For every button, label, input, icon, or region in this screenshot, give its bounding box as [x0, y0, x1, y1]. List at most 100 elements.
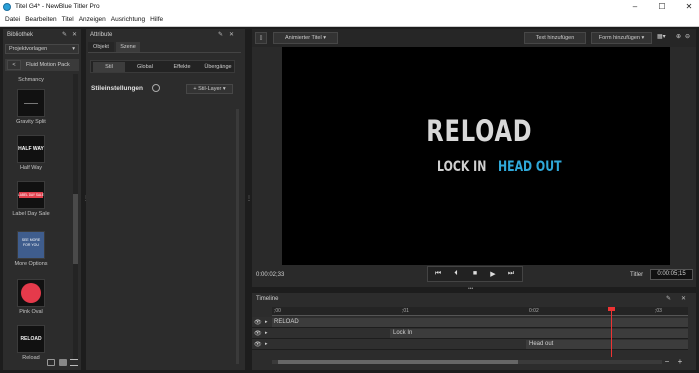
clip-head-out[interactable]: Head out	[526, 340, 688, 349]
template-label-schmancy: Schmancy	[18, 77, 44, 83]
tick-1: ;01	[402, 308, 409, 314]
subtab-effekte[interactable]: Effekte	[166, 62, 198, 72]
close-panel-icon[interactable]: ✕	[680, 296, 687, 303]
splitter-handle-bottom[interactable]: •••	[468, 287, 478, 292]
template-label-pink-oval: Pink Oval	[19, 309, 43, 315]
scrollbar-thumb[interactable]	[278, 360, 518, 364]
template-gravity-split[interactable]	[17, 89, 45, 117]
timeline-title: Timeline	[256, 296, 279, 302]
template-label-label-day-sale: Label Day Sale	[12, 211, 50, 217]
add-style-layer-label: + Stil-Layer	[193, 86, 222, 92]
folder-icon[interactable]	[59, 359, 67, 366]
title-lock-in[interactable]: LOCK IN	[437, 159, 486, 175]
playhead[interactable]	[608, 307, 615, 357]
add-shape-dropdown[interactable]: Form hinzufügen ▾	[591, 32, 652, 44]
template-list: Schmancy Gravity Split HALF WAY Half Way…	[5, 73, 71, 363]
track-row: 👁 ▸ RELOAD	[252, 317, 688, 328]
pin-icon[interactable]: ✎	[217, 32, 224, 39]
preview-toolbar: ▯ Animierter Titel ▾ Text hinzufügen For…	[252, 29, 696, 47]
track-list: 👁 ▸ RELOAD 👁 ▸ Lock In 👁 ▸ Head out	[252, 317, 688, 350]
tab-szene[interactable]: Szene	[116, 42, 140, 52]
lock-icon[interactable]: ▯	[255, 32, 267, 44]
clip-lock-in[interactable]: Lock In	[390, 329, 688, 338]
attribute-scrollbar[interactable]	[236, 109, 239, 364]
track-row: 👁 ▸ Lock In	[252, 328, 688, 339]
eye-icon[interactable]: 👁	[254, 319, 262, 326]
playhead-marker[interactable]	[608, 307, 615, 311]
splitter-handle-left[interactable]: ⋮	[83, 195, 89, 202]
eye-icon[interactable]: 👁	[254, 330, 262, 337]
menu-titel[interactable]: Titel	[62, 16, 74, 23]
zoom-out-button[interactable]: −	[663, 357, 671, 366]
expand-icon[interactable]: ▸	[265, 319, 268, 325]
grid-icon[interactable]: ▦▾	[657, 33, 673, 43]
skip-end-icon[interactable]: ⏭	[505, 270, 517, 280]
attribute-panel: Attribute ✎ ✕ Objekt Szene Stil Global E…	[86, 29, 245, 370]
window-title: Titel G4* - NewBlue Titler Pro	[15, 3, 100, 10]
template-more-options[interactable]: SEE MORE FOR YOU	[17, 231, 45, 259]
transport-controls: ⏮ ⏴ ■ ▶ ⏭	[427, 266, 523, 282]
pin-icon[interactable]: ✎	[61, 32, 68, 39]
expand-icon[interactable]: ▸	[265, 341, 268, 347]
titler-label: Titler	[630, 272, 644, 278]
step-back-icon[interactable]: ⏴	[450, 270, 462, 280]
template-label-more-options: More Options	[14, 261, 48, 267]
duration-field[interactable]: 0:00:05;15	[650, 269, 693, 280]
add-text-button[interactable]: Text hinzufügen	[524, 32, 586, 44]
current-time: 0:00:02;33	[256, 272, 285, 278]
template-label-day-sale[interactable]: LABEL DAY SALE	[17, 181, 45, 209]
library-scrollbar[interactable]	[73, 74, 78, 359]
pack-name: Fluid Motion Pack	[26, 62, 70, 68]
close-panel-icon[interactable]: ✕	[71, 32, 78, 39]
skip-start-icon[interactable]: ⏮	[432, 270, 444, 280]
menu-anzeigen[interactable]: Anzeigen	[79, 16, 106, 23]
maximize-button[interactable]: ☐	[654, 1, 670, 13]
track-row: 👁 ▸ Head out	[252, 339, 688, 350]
clip-reload[interactable]: RELOAD	[272, 318, 688, 327]
subtab-stil[interactable]: Stil	[93, 62, 125, 72]
title-head-out[interactable]: HEAD OUT	[498, 159, 562, 175]
close-panel-icon[interactable]: ✕	[228, 32, 235, 39]
template-label-gravity-split: Gravity Split	[16, 119, 46, 125]
zoom-out-icon[interactable]: ⊖	[685, 33, 693, 43]
splitter-handle-right[interactable]: ⋮	[246, 195, 252, 202]
title-reload[interactable]: RELOAD	[426, 114, 531, 148]
tab-objekt[interactable]: Objekt	[88, 42, 114, 52]
preview-canvas[interactable]: RELOAD LOCK IN HEAD OUT	[282, 47, 670, 265]
template-pink-oval[interactable]	[17, 279, 45, 307]
style-subtabs: Stil Global Effekte Übergänge	[90, 60, 235, 73]
add-style-layer-button[interactable]: + Stil-Layer ▾	[186, 84, 233, 94]
menu-datei[interactable]: Datei	[5, 16, 20, 23]
stop-icon[interactable]: ■	[469, 270, 481, 280]
reset-icon[interactable]	[152, 84, 160, 92]
tick-2: 0:02	[529, 308, 539, 314]
scrollbar-thumb[interactable]	[73, 194, 78, 264]
zoom-in-icon[interactable]: ⊕	[676, 33, 684, 43]
expand-icon[interactable]: ▸	[265, 330, 268, 336]
timeline-panel: Timeline ✎ ✕ ;00 ;01 0:02 ;03 👁 ▸ RELOAD …	[252, 293, 696, 370]
template-dropdown[interactable]: Projektvorlagen ▾	[5, 44, 79, 54]
list-view-icon[interactable]	[70, 359, 78, 366]
close-button[interactable]: ✕	[681, 1, 697, 13]
subtab-uebergaenge[interactable]: Übergänge	[201, 62, 235, 72]
timeline-scrollbar[interactable]	[272, 360, 662, 364]
eye-icon[interactable]: 👁	[254, 341, 262, 348]
zoom-in-button[interactable]: +	[676, 357, 684, 366]
library-panel: Bibliothek ✎ ✕ Projektvorlagen ▾ < Fluid …	[3, 29, 81, 370]
import-icon[interactable]	[47, 359, 55, 366]
timeline-ruler[interactable]: ;00 ;01 0:02 ;03	[272, 307, 688, 316]
menu-ausrichtung[interactable]: Ausrichtung	[111, 16, 145, 23]
style-settings-heading: Stileinstellungen	[91, 85, 144, 92]
minimize-button[interactable]: –	[627, 1, 643, 13]
menu-hilfe[interactable]: Hilfe	[150, 16, 163, 23]
subtab-global[interactable]: Global	[129, 62, 161, 72]
library-title: Bibliothek	[7, 32, 34, 38]
menu-bearbeiten[interactable]: Bearbeiten	[25, 16, 56, 23]
pin-icon[interactable]: ✎	[665, 296, 672, 303]
play-icon[interactable]: ▶	[487, 270, 499, 280]
title-type-dropdown[interactable]: Animierter Titel ▾	[273, 32, 338, 44]
template-reload[interactable]: RELOAD	[17, 325, 45, 353]
chevron-down-icon: ▾	[72, 46, 75, 52]
template-half-way[interactable]: HALF WAY	[17, 135, 45, 163]
back-button[interactable]: <	[7, 60, 21, 70]
